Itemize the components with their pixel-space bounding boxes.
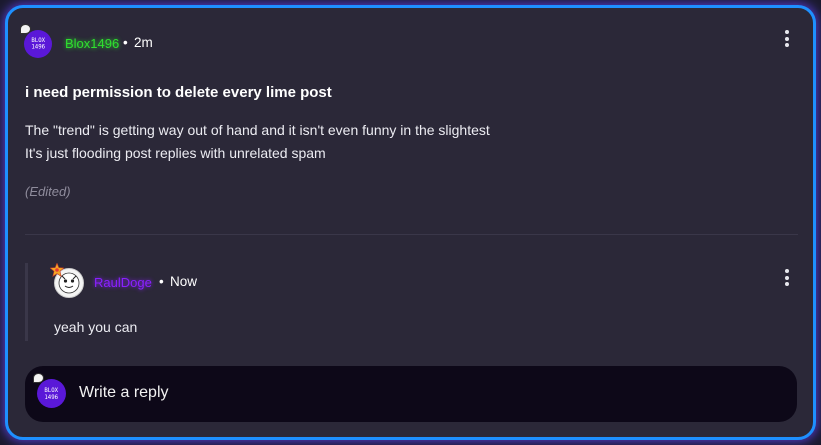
post-title: i need permission to delete every lime p… — [25, 84, 332, 101]
post-body-line-2: It's just flooding post replies with unr… — [25, 145, 326, 161]
reply-author-avatar[interactable] — [50, 263, 84, 298]
page-background: BLOX 1496 Blox1496 • 2m i need permissio… — [0, 0, 821, 445]
reply-text: yeah you can — [54, 319, 138, 335]
post-menu-icon[interactable] — [784, 30, 790, 47]
composer-avatar: BLOX 1496 — [33, 373, 66, 408]
avatar-text-line2: 1496 — [31, 44, 45, 51]
post-author-name[interactable]: Blox1496 — [65, 36, 119, 51]
reply-input[interactable] — [79, 384, 759, 402]
reply-author-name[interactable]: RaulDoge — [94, 275, 152, 290]
star-icon — [50, 263, 64, 277]
reply-menu-icon[interactable] — [784, 269, 790, 286]
composer-avatar-text-line1: BLOX — [44, 386, 59, 394]
post-card: BLOX 1496 Blox1496 • 2m i need permissio… — [5, 5, 816, 440]
reply-composer[interactable]: BLOX 1496 — [25, 366, 797, 422]
composer-avatar-text-line2: 1496 — [44, 393, 59, 401]
chat-bubble-icon — [20, 24, 31, 34]
reply-thread-line — [25, 263, 28, 341]
post-timestamp: 2m — [134, 35, 153, 50]
post-body-line-1: The "trend" is getting way out of hand a… — [25, 122, 490, 138]
divider — [25, 234, 798, 235]
post-author-avatar[interactable]: BLOX 1496 — [20, 24, 52, 58]
edited-label: (Edited) — [25, 184, 71, 199]
post-separator: • — [123, 35, 128, 50]
reply-separator: • — [159, 274, 164, 289]
reply-timestamp: Now — [170, 274, 198, 289]
chat-bubble-icon — [33, 373, 44, 383]
